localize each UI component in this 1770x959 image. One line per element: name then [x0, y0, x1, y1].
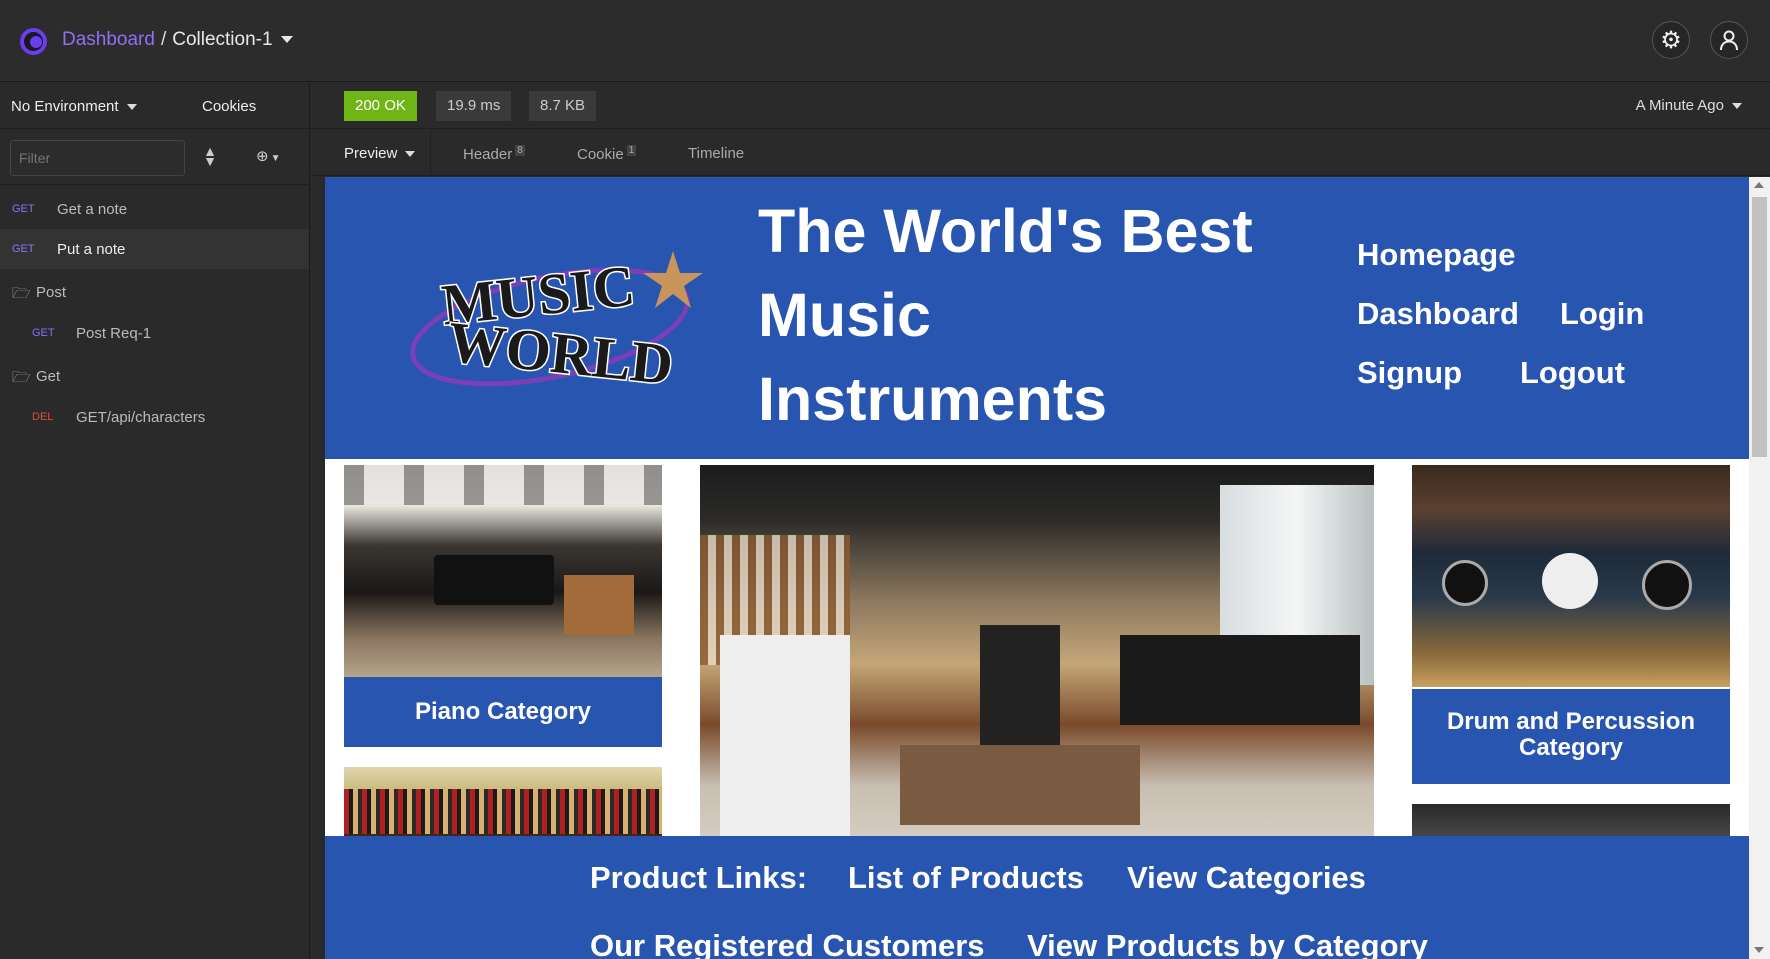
filter-input[interactable] — [10, 140, 185, 176]
response-time-badge: 19.9 ms — [436, 91, 512, 121]
folder-name: Post — [36, 284, 67, 301]
method-badge: DEL — [32, 411, 54, 423]
request-item[interactable]: DEL GET/api/characters — [0, 397, 309, 437]
breadcrumb-separator: / — [160, 29, 167, 50]
tab-preview[interactable]: Preview — [344, 145, 416, 162]
chevron-down-icon: ▼ — [270, 153, 281, 164]
tab-label: Header — [463, 146, 513, 163]
tab-cookie[interactable]: Cookie 1 — [577, 145, 637, 163]
folder-item[interactable]: 🗁 Post — [0, 269, 309, 313]
folder-name: Get — [36, 368, 61, 385]
chevron-down-icon[interactable] — [280, 36, 293, 44]
tab-divider — [430, 130, 431, 176]
chevron-down-icon — [126, 104, 137, 111]
site-header: MUSIC WORLD The World's Best Music Instr… — [325, 177, 1749, 459]
environment-row: No Environment Cookies — [0, 83, 309, 129]
list-products-link[interactable]: List of Products — [848, 860, 1084, 896]
top-bar: Dashboard / Collection-1 ⚙ — [0, 0, 1770, 82]
folder-item[interactable]: 🗁 Get — [0, 353, 309, 397]
tab-count-badge: 8 — [515, 145, 525, 156]
drum-category-card[interactable]: Drum and Percussion Category — [1412, 689, 1730, 784]
method-badge: GET — [12, 243, 35, 255]
guitar-image[interactable] — [344, 767, 662, 847]
card-label-line: Category — [1518, 734, 1624, 761]
environment-label: No Environment — [11, 98, 119, 115]
folder-icon: 🗁 — [12, 369, 31, 386]
breadcrumb: Dashboard / Collection-1 — [62, 29, 293, 51]
breadcrumb-dashboard-link[interactable]: Dashboard — [62, 29, 155, 50]
request-name: Get a note — [57, 201, 128, 218]
customers-link[interactable]: Our Registered Customers — [590, 928, 985, 959]
nav-logout-link[interactable]: Logout — [1520, 355, 1625, 391]
scrollbar-thumb[interactable] — [1752, 197, 1767, 457]
add-menu-button[interactable]: ⊕ ▼ — [256, 147, 280, 165]
response-tabs: Preview Header 8 Cookie 1 Timeline — [311, 130, 1770, 176]
music-world-logo: MUSIC WORLD — [410, 251, 703, 399]
request-item[interactable]: GET Get a note — [0, 189, 309, 229]
site-headline: The World's Best Music Instruments — [758, 189, 1318, 441]
request-name: GET/api/characters — [76, 409, 206, 426]
history-label: A Minute Ago — [1635, 97, 1724, 114]
store-image[interactable] — [700, 465, 1374, 847]
scroll-up-icon[interactable] — [1754, 182, 1764, 188]
nav-login-link[interactable]: Login — [1560, 296, 1644, 332]
user-icon — [1720, 30, 1738, 51]
nav-homepage-link[interactable]: Homepage — [1357, 237, 1515, 273]
nav-signup-link[interactable]: Signup — [1357, 355, 1462, 391]
tab-label: Cookie — [577, 146, 624, 163]
environment-dropdown[interactable]: No Environment — [11, 98, 137, 115]
app-logo-icon[interactable] — [20, 28, 47, 55]
status-badge: 200 OK — [344, 91, 417, 121]
card-label-line: Drum and Percussion — [1446, 708, 1696, 735]
request-item[interactable]: GET Post Req-1 — [0, 313, 309, 353]
method-badge: GET — [12, 203, 35, 215]
tab-timeline[interactable]: Timeline — [688, 145, 744, 162]
headline-line: The World's Best — [758, 197, 1253, 265]
piano-category-card[interactable]: Piano Category — [344, 677, 662, 747]
folder-icon: 🗁 — [12, 285, 31, 302]
tab-header[interactable]: Header 8 — [463, 145, 525, 163]
sort-icon[interactable]: ▲ ▼ — [203, 144, 217, 168]
plus-circle-icon: ⊕ — [256, 148, 269, 165]
headline-line: Music — [758, 281, 931, 349]
settings-button[interactable]: ⚙ — [1652, 21, 1690, 59]
cookies-button[interactable]: Cookies — [202, 98, 256, 115]
request-item-active[interactable]: GET Put a note — [0, 229, 309, 269]
product-links-bar: Product Links: List of Products View Cat… — [325, 836, 1749, 959]
preview-scrollbar[interactable] — [1749, 177, 1770, 959]
piano-image[interactable] — [344, 465, 662, 677]
drum-image[interactable] — [1412, 465, 1730, 687]
history-dropdown[interactable]: A Minute Ago — [1636, 97, 1742, 114]
products-by-category-link[interactable]: View Products by Category — [1027, 928, 1428, 959]
gear-icon: ⚙ — [1660, 26, 1682, 54]
view-categories-link[interactable]: View Categories — [1127, 860, 1366, 896]
request-name: Put a note — [57, 241, 126, 258]
tab-count-badge: 1 — [626, 145, 637, 156]
scroll-down-icon[interactable] — [1754, 947, 1764, 953]
product-links-label: Product Links: — [590, 860, 808, 895]
chevron-down-icon — [405, 151, 416, 158]
filter-row: ▲▼ ⊕▼ — [0, 129, 309, 185]
tab-label: Preview — [344, 145, 398, 162]
nav-dashboard-link[interactable]: Dashboard — [1357, 296, 1519, 332]
sidebar: No Environment Cookies ▲▼ ⊕▼ GET Get a n… — [0, 83, 310, 959]
response-size-badge: 8.7 KB — [529, 91, 597, 121]
request-name: Post Req-1 — [76, 325, 152, 342]
response-preview: MUSIC WORLD The World's Best Music Instr… — [325, 177, 1749, 959]
collection-dropdown[interactable]: Collection-1 — [172, 29, 272, 50]
tab-label: Timeline — [688, 145, 745, 162]
response-meta-bar: 200 OK 19.9 ms 8.7 KB A Minute Ago — [311, 83, 1770, 129]
method-badge: GET — [32, 327, 55, 339]
headline-line: Instruments — [758, 365, 1108, 433]
chevron-down-icon — [1732, 103, 1742, 110]
account-button[interactable] — [1710, 21, 1748, 59]
